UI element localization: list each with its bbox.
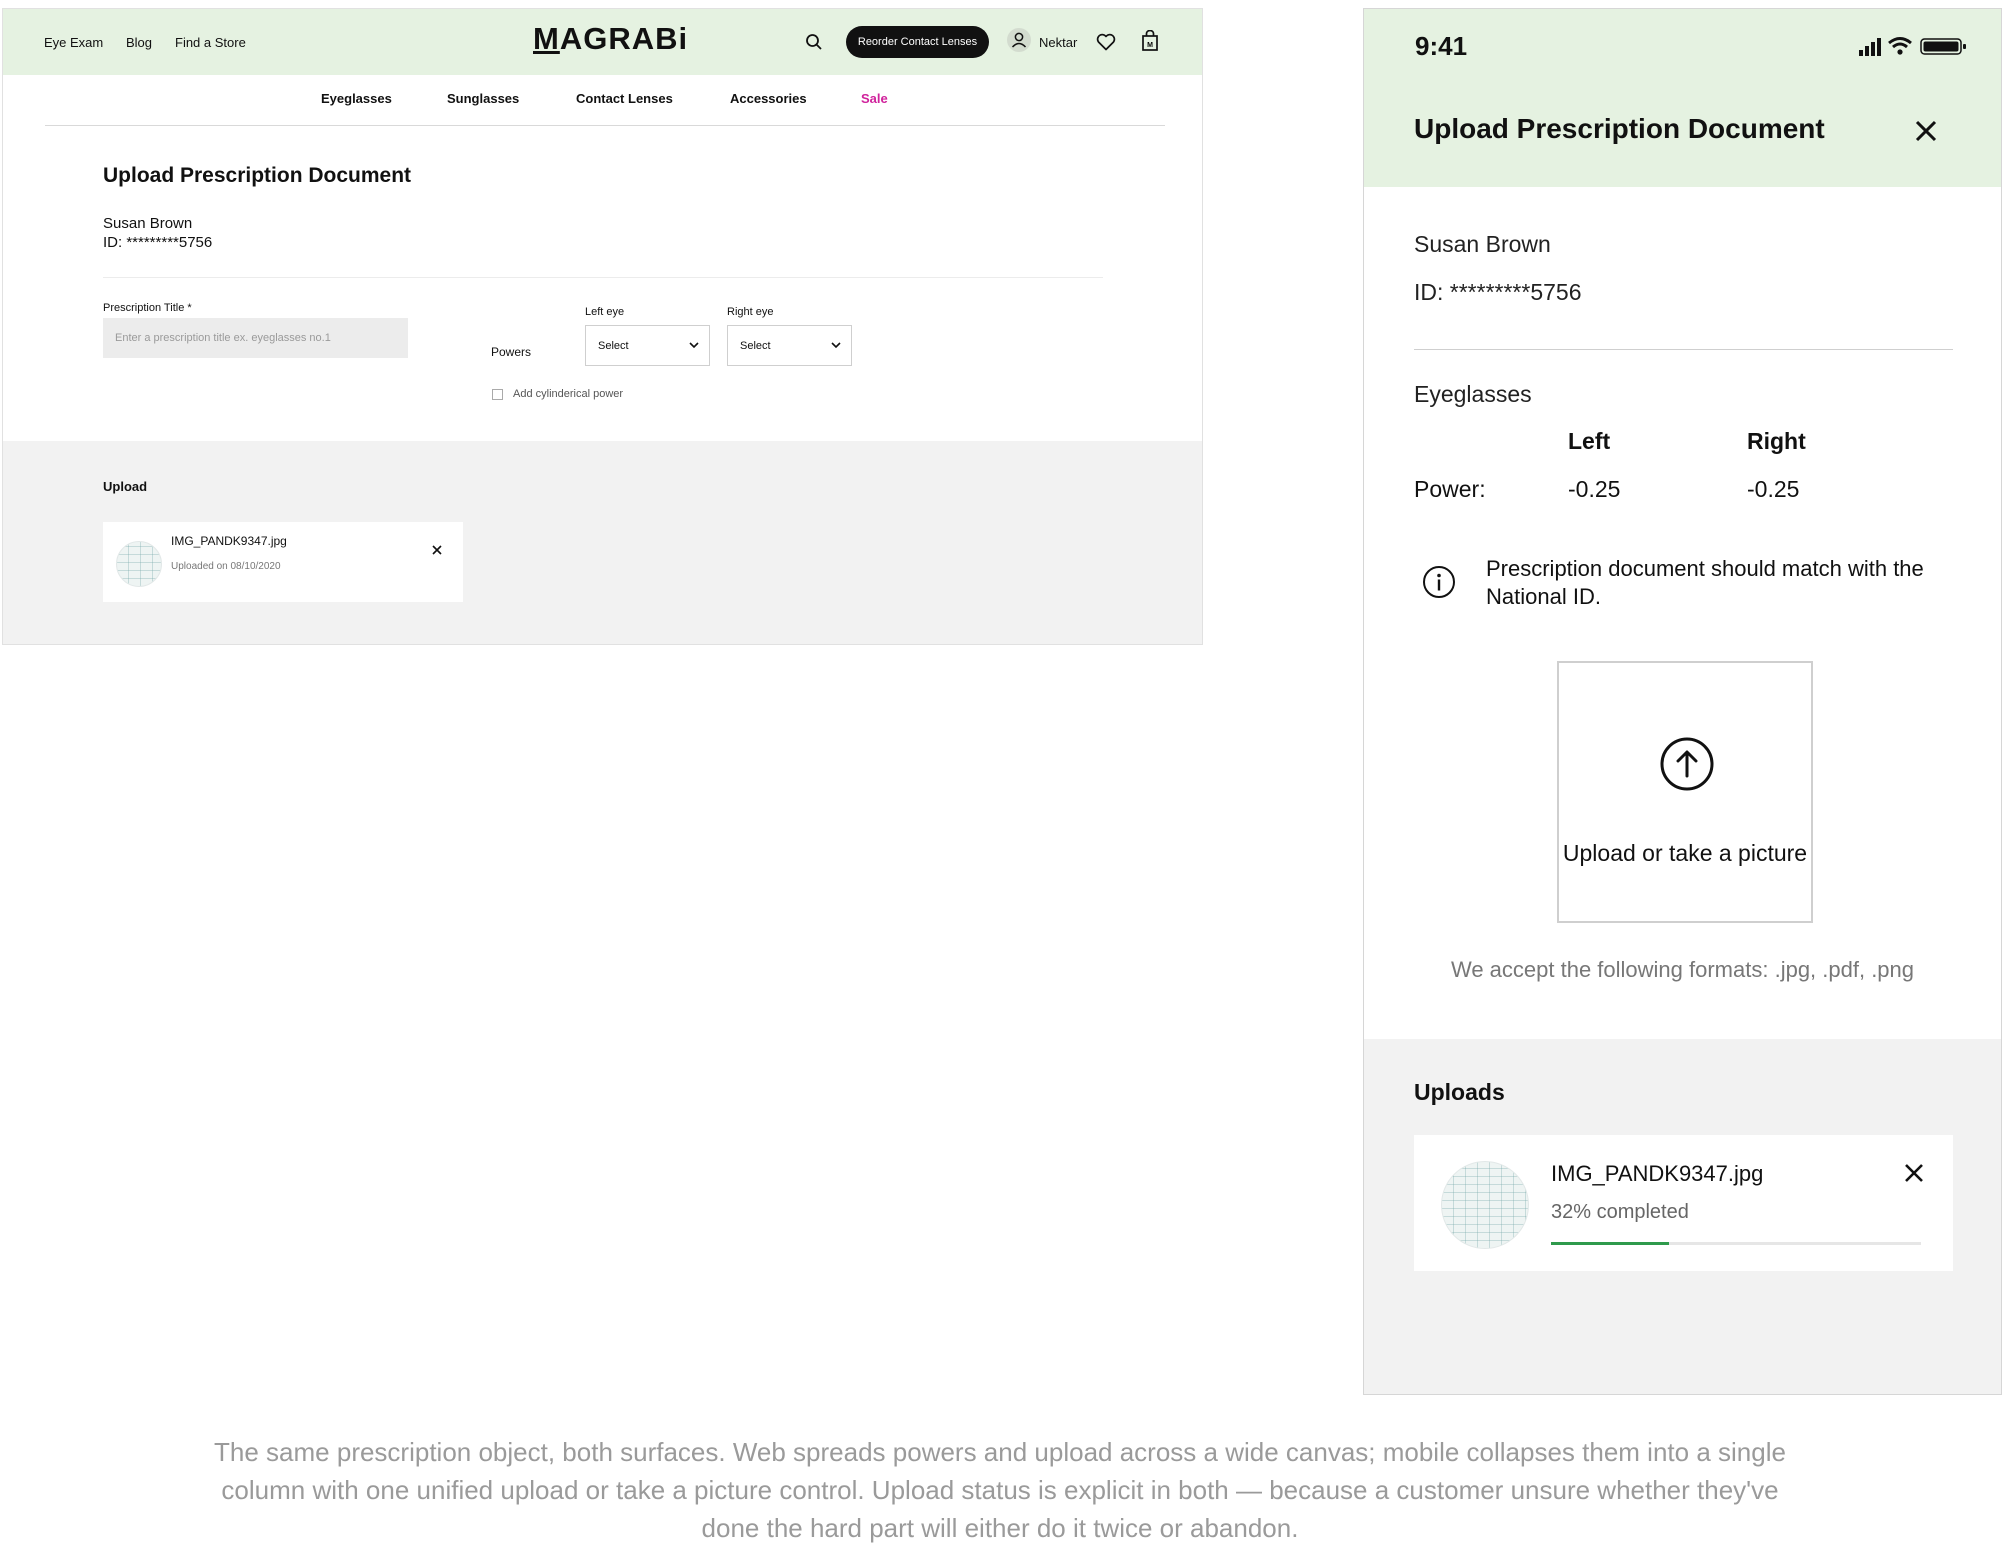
close-icon[interactable] (1914, 119, 1938, 148)
top-link-eye-exam[interactable]: Eye Exam (44, 35, 103, 50)
caption-text: The same prescription object, both surfa… (214, 1437, 1786, 1543)
power-left-value: -0.25 (1568, 476, 1621, 502)
upload-arrow-icon (1660, 737, 1714, 796)
web-header: Eye Exam Blog Find a Store MAGRABi Reord… (3, 9, 1202, 75)
nav-eyeglasses[interactable]: Eyeglasses (321, 91, 392, 106)
right-eye-select[interactable]: Select (727, 325, 852, 366)
upload-progress-fill (1551, 1242, 1670, 1245)
left-eye-label: Left eye (585, 306, 625, 318)
prescription-title-label: Prescription Title * (103, 302, 192, 314)
cylindrical-power-checkbox[interactable] (492, 389, 503, 400)
reorder-contact-lenses-button[interactable]: Reorder Contact Lenses (846, 26, 989, 58)
prescription-title-input[interactable] (103, 318, 408, 358)
chevron-down-icon (689, 342, 699, 349)
user-name[interactable]: Nektar (1039, 35, 1077, 50)
left-column-header: Left (1568, 428, 1611, 454)
mobile-patient-name: Susan Brown (1414, 231, 1551, 257)
cylindrical-power-label[interactable]: Add cylinderical power (513, 388, 623, 400)
uploads-label: Uploads (1414, 1079, 1505, 1105)
search-icon[interactable] (804, 32, 824, 52)
info-icon (1422, 565, 1456, 604)
top-link-blog[interactable]: Blog (126, 35, 152, 50)
file-upload-date: Uploaded on 08/10/2020 (171, 561, 281, 572)
mobile-file-name: IMG_PANDK9347.jpg (1551, 1161, 1764, 1186)
status-icons (1859, 35, 1979, 57)
nav-contact-lenses[interactable]: Contact Lenses (576, 91, 673, 106)
upload-cta-label: Upload or take a picture (1562, 840, 1808, 866)
upload-or-take-picture-button[interactable]: Upload or take a picture (1557, 661, 1813, 923)
mobile-file-thumbnail (1441, 1161, 1529, 1249)
info-message: Prescription document should match with … (1486, 556, 1924, 609)
right-eye-label: Right eye (727, 306, 774, 318)
remove-file-icon[interactable] (432, 542, 442, 560)
status-time: 9:41 (1415, 31, 1468, 61)
mobile-patient-id: ID: *********5756 (1414, 279, 1582, 305)
battery-icon (1920, 38, 1966, 55)
nav-accessories[interactable]: Accessories (730, 91, 807, 106)
brand-logo[interactable]: MAGRABi (533, 21, 688, 57)
upload-label: Upload (103, 479, 148, 494)
powers-label: Powers (491, 345, 532, 359)
eyeglasses-section-title: Eyeglasses (1414, 381, 1532, 407)
cancel-upload-icon[interactable] (1904, 1163, 1924, 1188)
mobile-page-title: Upload Prescription Document (1414, 113, 1825, 144)
nav-sunglasses[interactable]: Sunglasses (447, 91, 519, 106)
file-name: IMG_PANDK9347.jpg (171, 534, 287, 548)
right-column-header: Right (1747, 428, 1806, 454)
heart-icon[interactable] (1095, 31, 1117, 53)
page-title: Upload Prescription Document (103, 164, 412, 187)
nav-sale[interactable]: Sale (861, 91, 888, 106)
right-eye-select-value: Select (740, 339, 771, 352)
power-right-value: -0.25 (1747, 476, 1800, 502)
wifi-icon (1888, 37, 1912, 55)
patient-name: Susan Brown (103, 215, 193, 232)
nav-divider (45, 125, 1165, 126)
mobile-divider (1414, 349, 1953, 350)
upload-progress-text: 32% completed (1551, 1201, 1689, 1223)
patient-id: ID: *********5756 (103, 234, 213, 251)
section-divider (103, 277, 1103, 278)
accepted-formats-note: We accept the following formats: .jpg, .… (1450, 957, 1915, 982)
top-link-find-store[interactable]: Find a Store (175, 35, 246, 50)
chevron-down-icon (831, 342, 841, 349)
signal-icon (1859, 38, 1881, 56)
left-eye-select-value: Select (598, 339, 629, 352)
mobile-mockup: 9:41 Upload Prescription Document Susan … (1363, 8, 2002, 1395)
svg-text:M: M (1147, 42, 1153, 49)
bag-icon[interactable]: M (1139, 29, 1161, 53)
upload-progress-bar (1551, 1242, 1921, 1245)
web-mockup: Eye Exam Blog Find a Store MAGRABi Reord… (2, 8, 1203, 645)
file-thumbnail (116, 541, 162, 587)
user-icon[interactable] (1006, 27, 1032, 53)
left-eye-select[interactable]: Select (585, 325, 710, 366)
power-row-label: Power: (1414, 476, 1486, 502)
